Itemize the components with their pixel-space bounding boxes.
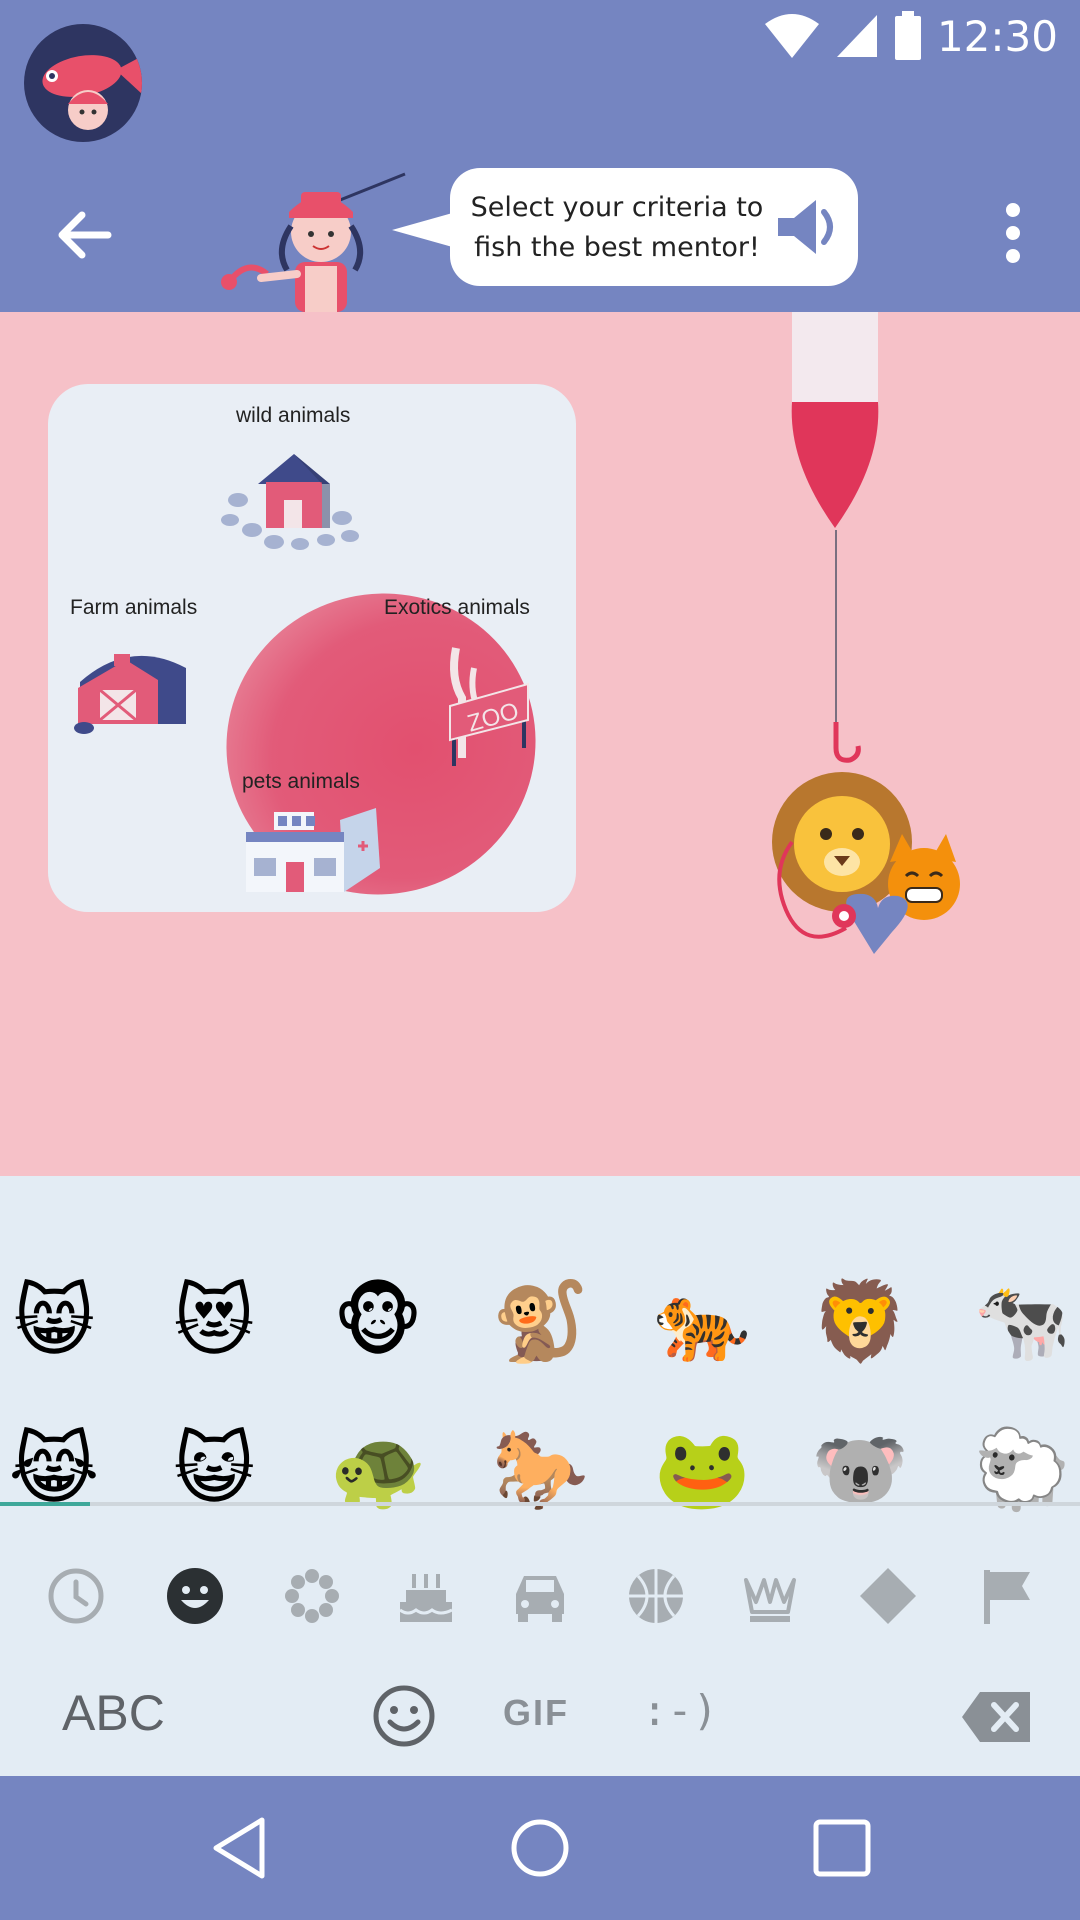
criteria-label-pets[interactable]: pets animals	[242, 770, 360, 794]
keyboard-bottom-row: ABC GIF :-)	[0, 1666, 1080, 1766]
status-time: 12:30	[936, 11, 1058, 61]
emoji-key[interactable]: 🐄	[972, 1272, 1072, 1372]
more-vert-icon	[1006, 203, 1020, 263]
flags-icon	[984, 1570, 1030, 1624]
category-nature[interactable]	[272, 1556, 352, 1636]
speech-bubble: Select your criteria to fish the best me…	[450, 168, 858, 286]
abc-key[interactable]: ABC	[62, 1684, 165, 1742]
category-food[interactable]	[386, 1556, 466, 1636]
square-recents-icon	[813, 1819, 871, 1877]
emoji-key[interactable]: 🐒	[490, 1272, 590, 1372]
emoji-mode-key[interactable]	[372, 1684, 436, 1748]
category-activity[interactable]	[616, 1556, 696, 1636]
navigation-bar	[0, 1776, 1080, 1920]
backspace-icon	[962, 1692, 1030, 1742]
category-flags[interactable]	[968, 1556, 1048, 1636]
wild-animals-icon[interactable]	[208, 434, 368, 558]
travel-icon	[516, 1576, 564, 1622]
farm-animals-icon[interactable]	[70, 628, 200, 742]
recent-icon	[48, 1568, 104, 1624]
objects-icon	[744, 1578, 796, 1622]
fisher-girl-illustration	[205, 170, 415, 312]
emoji-keyboard: 😸 😻 🐵 🐒 🐅 🦁 🐄 😹 😺 🐢 🐎 🐸 🐨 🐑 ABC GIF:-)	[0, 1176, 1080, 1776]
nav-recents-button[interactable]	[806, 1812, 878, 1884]
app-bar: Select your criteria to fish the best me…	[0, 150, 1080, 312]
category-smileys[interactable]	[155, 1556, 235, 1636]
emoji-key[interactable]: 🐅	[652, 1272, 752, 1372]
battery-icon	[894, 11, 921, 60]
emoji-grid: 😸 😻 🐵 🐒 🐅 🦁 🐄 😹 😺 🐢 🐎 🐸 🐨 🐑	[0, 1176, 1080, 1509]
smileys-icon	[167, 1568, 223, 1624]
nav-home-button[interactable]	[504, 1812, 576, 1884]
exotic-animals-icon[interactable]: ZOO	[444, 628, 534, 772]
category-objects[interactable]	[730, 1556, 810, 1636]
emoji-scroll-indicator	[0, 1502, 90, 1506]
app-logo	[24, 24, 142, 142]
emoticon-key[interactable]: :-)	[642, 1686, 718, 1735]
speaker-button[interactable]	[774, 196, 844, 258]
more-options-button[interactable]	[996, 198, 1030, 268]
emoji-key[interactable]: 😻	[164, 1272, 264, 1372]
symbols-icon	[860, 1568, 916, 1624]
category-symbols[interactable]	[848, 1556, 928, 1636]
main-content: wild animals Farm animals Exotics animal…	[0, 312, 1080, 1176]
speech-bubble-tail	[392, 212, 456, 248]
emoji-category-bar	[0, 1556, 1080, 1636]
speech-bubble-text: Select your criteria to fish the best me…	[470, 192, 764, 263]
wifi-icon	[764, 14, 819, 58]
activity-icon	[629, 1569, 683, 1623]
criteria-label-wild[interactable]: wild animals	[236, 404, 350, 428]
nature-icon	[285, 1569, 339, 1623]
fish-logo-icon	[42, 55, 142, 130]
emoji-key[interactable]: 😸	[4, 1272, 104, 1372]
emoji-key[interactable]: 🦁	[810, 1272, 910, 1372]
signal-icon	[836, 15, 877, 57]
smiley-outline-icon	[373, 1685, 435, 1747]
arrow-left-icon	[58, 211, 112, 259]
gif-key[interactable]: GIF	[503, 1692, 569, 1734]
pets-animals-icon[interactable]	[240, 802, 390, 906]
status-bar: 12:30	[0, 0, 1080, 150]
back-button[interactable]	[50, 200, 120, 270]
nav-back-button[interactable]	[204, 1812, 276, 1884]
backspace-key[interactable]	[960, 1690, 1032, 1744]
category-travel[interactable]	[500, 1556, 580, 1636]
emoji-key[interactable]: 🐵	[328, 1272, 428, 1372]
criteria-label-exotics[interactable]: Exotics animals	[384, 596, 530, 620]
triangle-back-icon	[213, 1817, 265, 1879]
food-icon	[399, 1574, 453, 1622]
fishing-line	[835, 530, 837, 750]
emoji-scroll-track	[0, 1502, 1080, 1506]
criteria-card[interactable]: wild animals Farm animals Exotics animal…	[48, 384, 576, 912]
criteria-label-farm[interactable]: Farm animals	[70, 596, 197, 620]
hooked-mentor[interactable]	[760, 722, 970, 972]
circle-home-icon	[511, 1819, 569, 1877]
fishing-bobber	[782, 312, 888, 532]
speaker-icon	[778, 200, 833, 254]
category-recent[interactable]	[36, 1556, 116, 1636]
